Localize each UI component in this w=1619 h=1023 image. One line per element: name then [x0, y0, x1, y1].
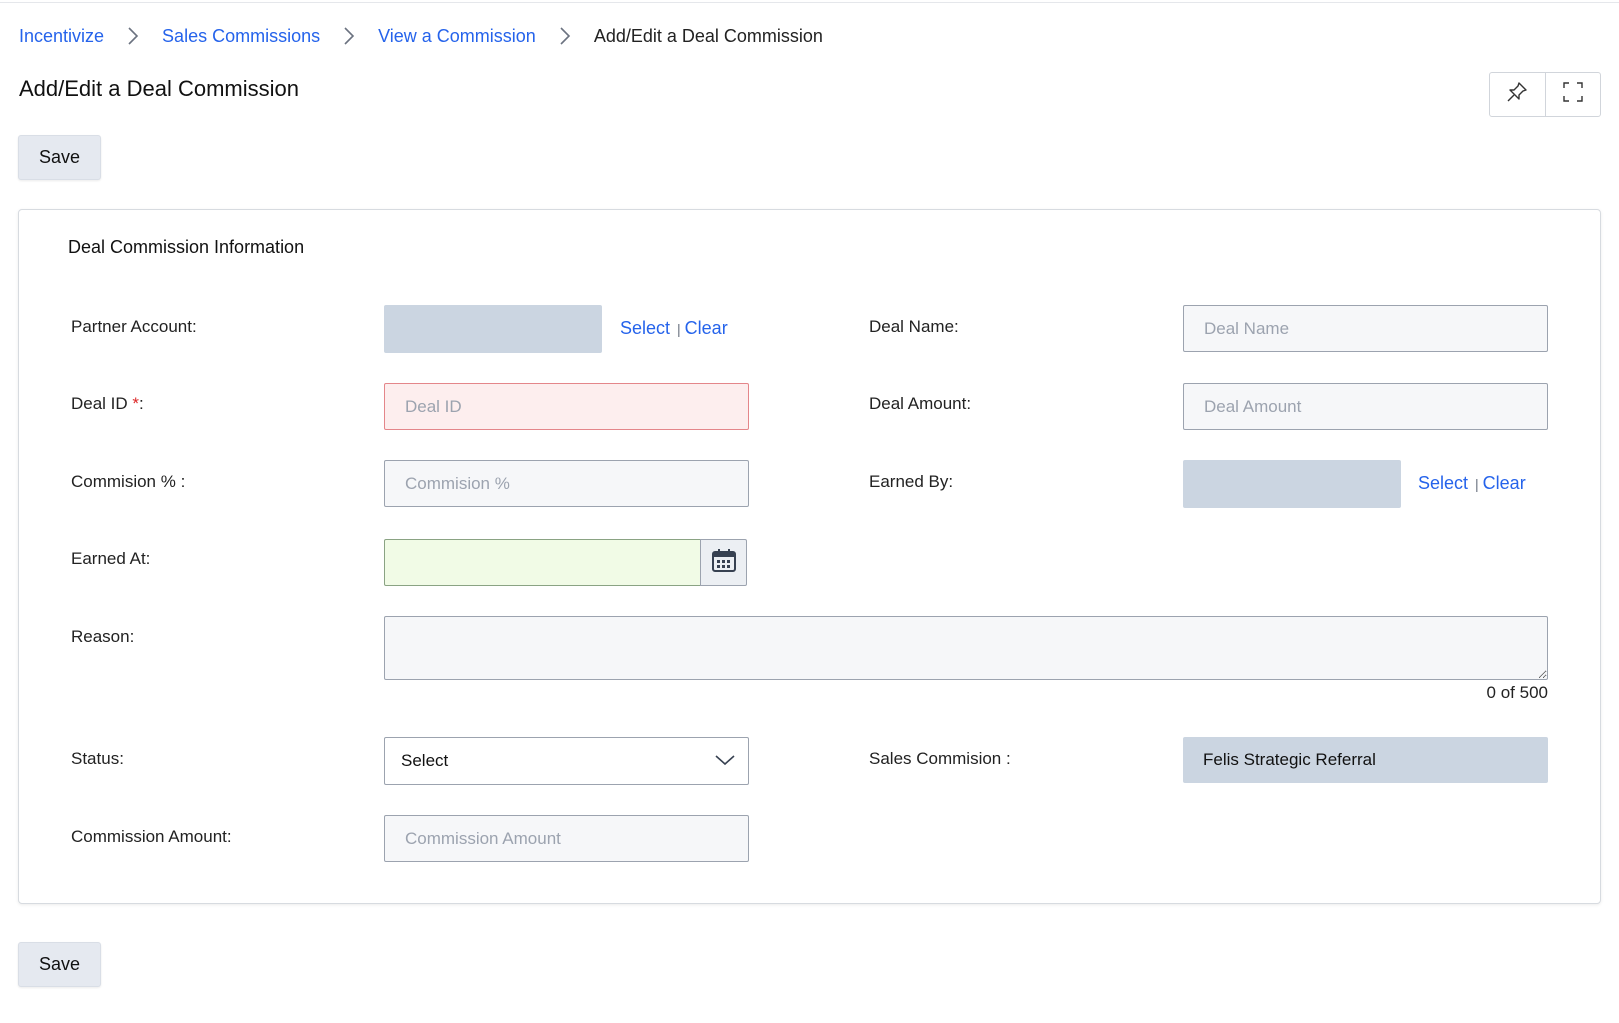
pin-button[interactable]	[1490, 73, 1545, 116]
deal-id-label-text: Deal ID	[71, 394, 128, 413]
earned-by-label: Earned By:	[869, 472, 954, 491]
breadcrumb-current: Add/Edit a Deal Commission	[593, 25, 823, 46]
status-selected-value: Select	[401, 751, 449, 770]
commission-amount-label: Commission Amount:	[71, 827, 232, 846]
link-divider: |	[677, 320, 681, 337]
deal-id-input[interactable]	[384, 383, 749, 430]
commission-pct-input[interactable]	[384, 460, 749, 507]
commission-amount-input[interactable]	[384, 815, 749, 862]
chevron-right-icon	[320, 24, 378, 48]
pin-icon	[1506, 81, 1528, 108]
reason-char-counter: 0 of 500	[1486, 683, 1548, 702]
partner-account-lookup	[384, 305, 602, 353]
earned-by-select-link[interactable]: Select	[1418, 473, 1468, 494]
partner-account-clear-link[interactable]: Clear	[685, 318, 728, 339]
earned-by-lookup	[1183, 460, 1401, 508]
deal-name-label: Deal Name:	[869, 317, 959, 336]
status-label: Status:	[71, 749, 124, 768]
earned-at-label: Earned At:	[71, 549, 151, 568]
sales-commission-value: Felis Strategic Referral	[1183, 737, 1548, 783]
status-select[interactable]: Select	[384, 737, 749, 785]
deal-id-label-colon: :	[139, 394, 144, 413]
save-button-bottom[interactable]: Save	[18, 942, 101, 987]
save-button-top[interactable]: Save	[18, 135, 101, 180]
sales-commission-label: Sales Commision :	[869, 749, 1011, 768]
breadcrumb: Incentivize Sales Commissions View a Com…	[19, 24, 823, 48]
calendar-button[interactable]	[700, 539, 747, 586]
partner-account-label: Partner Account:	[71, 317, 197, 336]
partner-account-select-link[interactable]: Select	[620, 318, 670, 339]
breadcrumb-link-view-commission[interactable]: View a Commission	[378, 26, 536, 47]
page-title: Add/Edit a Deal Commission	[19, 76, 300, 101]
section-title: Deal Commission Information	[68, 237, 305, 257]
deal-amount-input[interactable]	[1183, 383, 1548, 430]
link-divider: |	[1475, 475, 1479, 492]
breadcrumb-link-sales-commissions[interactable]: Sales Commissions	[162, 26, 320, 47]
reason-label: Reason:	[71, 627, 135, 646]
reason-textarea[interactable]	[384, 616, 1548, 680]
breadcrumb-link-incentivize[interactable]: Incentivize	[19, 26, 104, 47]
top-divider	[0, 2, 1619, 3]
deal-id-label: Deal ID *:	[71, 394, 144, 414]
fullscreen-icon	[1562, 81, 1584, 108]
chevron-down-icon	[714, 752, 736, 772]
partner-account-actions: Select | Clear	[620, 318, 728, 339]
header-action-group	[1489, 72, 1601, 117]
earned-at-input[interactable]	[384, 539, 701, 586]
commission-pct-label: Commision % :	[71, 472, 186, 491]
earned-by-actions: Select | Clear	[1418, 473, 1526, 494]
deal-amount-label: Deal Amount:	[869, 394, 972, 413]
earned-by-clear-link[interactable]: Clear	[1483, 473, 1526, 494]
chevron-right-icon	[104, 24, 162, 48]
fullscreen-button[interactable]	[1544, 73, 1601, 116]
deal-name-input[interactable]	[1183, 305, 1548, 352]
chevron-right-icon	[536, 24, 594, 48]
calendar-icon	[711, 547, 737, 578]
